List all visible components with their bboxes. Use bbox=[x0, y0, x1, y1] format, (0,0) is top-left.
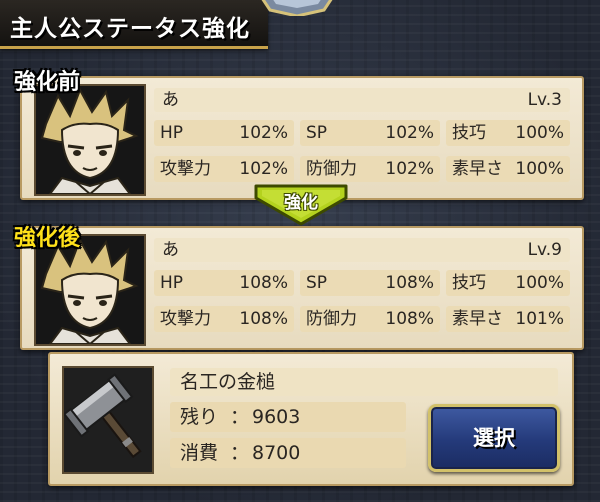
page-title: 主人公ステータス強化 bbox=[10, 16, 250, 42]
status-panel-after: あ Lv.9 HP 108% SP 108% 技巧 100% 攻撃力 108% … bbox=[20, 226, 584, 350]
character-level: Lv.9 bbox=[527, 240, 562, 260]
stat-attack: 攻撃力 108% bbox=[154, 306, 294, 332]
stat-value: 108% bbox=[239, 273, 288, 293]
cost-value: 8700 bbox=[252, 442, 301, 464]
stat-value: 108% bbox=[385, 273, 434, 293]
stat-value: 100% bbox=[515, 123, 564, 143]
stat-label: SP bbox=[306, 273, 328, 293]
stat-value: 101% bbox=[515, 309, 564, 329]
title-bar: 主人公ステータス強化 bbox=[0, 0, 268, 49]
stat-sp: SP 102% bbox=[300, 120, 440, 146]
stat-value: 108% bbox=[239, 309, 288, 329]
stat-defense: 防御力 108% bbox=[300, 306, 440, 332]
stat-value: 102% bbox=[239, 123, 288, 143]
stat-label: HP bbox=[160, 273, 184, 293]
cost-colon: ： bbox=[230, 442, 250, 464]
stat-label: 攻撃力 bbox=[160, 159, 211, 179]
stat-value: 102% bbox=[385, 123, 434, 143]
stat-speed: 素早さ 101% bbox=[446, 306, 570, 332]
character-name-row: あ Lv.3 bbox=[154, 88, 570, 112]
hammer-icon bbox=[62, 373, 142, 459]
stat-value: 108% bbox=[385, 309, 434, 329]
character-name: あ bbox=[162, 90, 179, 110]
before-label: 強化前 bbox=[14, 70, 81, 95]
item-cost-row: 消費 ： 8700 bbox=[170, 438, 406, 468]
stat-hp: HP 108% bbox=[154, 270, 294, 296]
after-label: 強化後 bbox=[14, 226, 81, 251]
stat-speed: 素早さ 100% bbox=[446, 156, 570, 182]
stat-label: 素早さ bbox=[452, 309, 503, 329]
stat-sp: SP 108% bbox=[300, 270, 440, 296]
enhance-arrow: 強化 bbox=[252, 182, 350, 226]
remaining-label: 残り bbox=[180, 406, 219, 428]
stat-technique: 技巧 100% bbox=[446, 270, 570, 296]
stat-label: 防御力 bbox=[306, 159, 357, 179]
character-level: Lv.3 bbox=[527, 90, 562, 110]
stat-value: 102% bbox=[239, 159, 288, 179]
stat-attack: 攻撃力 102% bbox=[154, 156, 294, 182]
remaining-colon: ： bbox=[230, 406, 250, 428]
stat-value: 102% bbox=[385, 159, 434, 179]
stat-label: SP bbox=[306, 123, 328, 143]
stat-hp: HP 102% bbox=[154, 120, 294, 146]
stat-label: 技巧 bbox=[452, 273, 486, 293]
character-name: あ bbox=[162, 240, 179, 260]
enhance-arrow-label: 強化 bbox=[284, 193, 318, 213]
item-name-row: 名工の金槌 bbox=[170, 368, 558, 396]
stat-label: HP bbox=[160, 123, 184, 143]
cost-label: 消費 bbox=[180, 442, 219, 464]
select-button[interactable]: 選択 bbox=[428, 404, 560, 472]
character-name-row: あ Lv.9 bbox=[154, 238, 570, 262]
stat-label: 技巧 bbox=[452, 123, 486, 143]
select-button-label: 選択 bbox=[473, 426, 515, 450]
stat-defense: 防御力 102% bbox=[300, 156, 440, 182]
stat-label: 攻撃力 bbox=[160, 309, 211, 329]
item-remaining-row: 残り ： 9603 bbox=[170, 402, 406, 432]
item-panel: 名工の金槌 残り ： 9603 消費 ： 8700 選択 bbox=[48, 352, 574, 486]
stat-value: 100% bbox=[515, 159, 564, 179]
crest-emblem-icon bbox=[261, 0, 333, 16]
stat-technique: 技巧 100% bbox=[446, 120, 570, 146]
item-name: 名工の金槌 bbox=[180, 371, 276, 393]
stat-label: 防御力 bbox=[306, 309, 357, 329]
remaining-value: 9603 bbox=[252, 406, 301, 428]
hero-portrait bbox=[34, 84, 146, 196]
item-icon-frame bbox=[62, 366, 154, 474]
stat-value: 100% bbox=[515, 273, 564, 293]
stat-label: 素早さ bbox=[452, 159, 503, 179]
